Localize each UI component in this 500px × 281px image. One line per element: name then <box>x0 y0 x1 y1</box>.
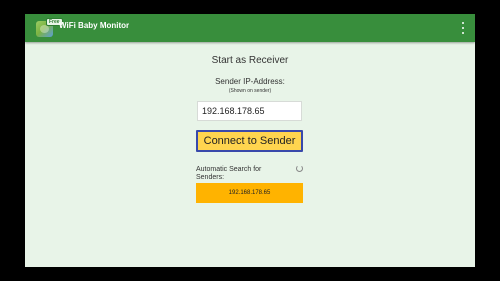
loading-spinner-icon <box>296 165 303 172</box>
overflow-menu-icon[interactable] <box>460 20 466 36</box>
connect-to-sender-button[interactable]: Connect to Sender <box>196 130 303 152</box>
app-screen: Free WiFi Baby Monitor Start as Receiver… <box>25 14 475 267</box>
ip-address-input[interactable] <box>197 101 302 121</box>
automatic-search-label: Automatic Search for Senders: <box>196 166 262 181</box>
menu-dot <box>462 27 464 29</box>
page-title: Start as Receiver <box>211 55 289 66</box>
menu-dot <box>462 32 464 34</box>
ip-address-hint: (Shown on sender) <box>228 88 272 94</box>
app-bar: Free WiFi Baby Monitor <box>25 14 475 42</box>
menu-dot <box>462 22 464 24</box>
app-logo-icon: Free <box>36 17 63 37</box>
found-sender-item[interactable]: 192.168.178.65 <box>196 183 303 203</box>
ip-address-label: Sender IP-Address: <box>215 77 285 86</box>
app-title: WiFi Baby Monitor <box>59 21 130 30</box>
